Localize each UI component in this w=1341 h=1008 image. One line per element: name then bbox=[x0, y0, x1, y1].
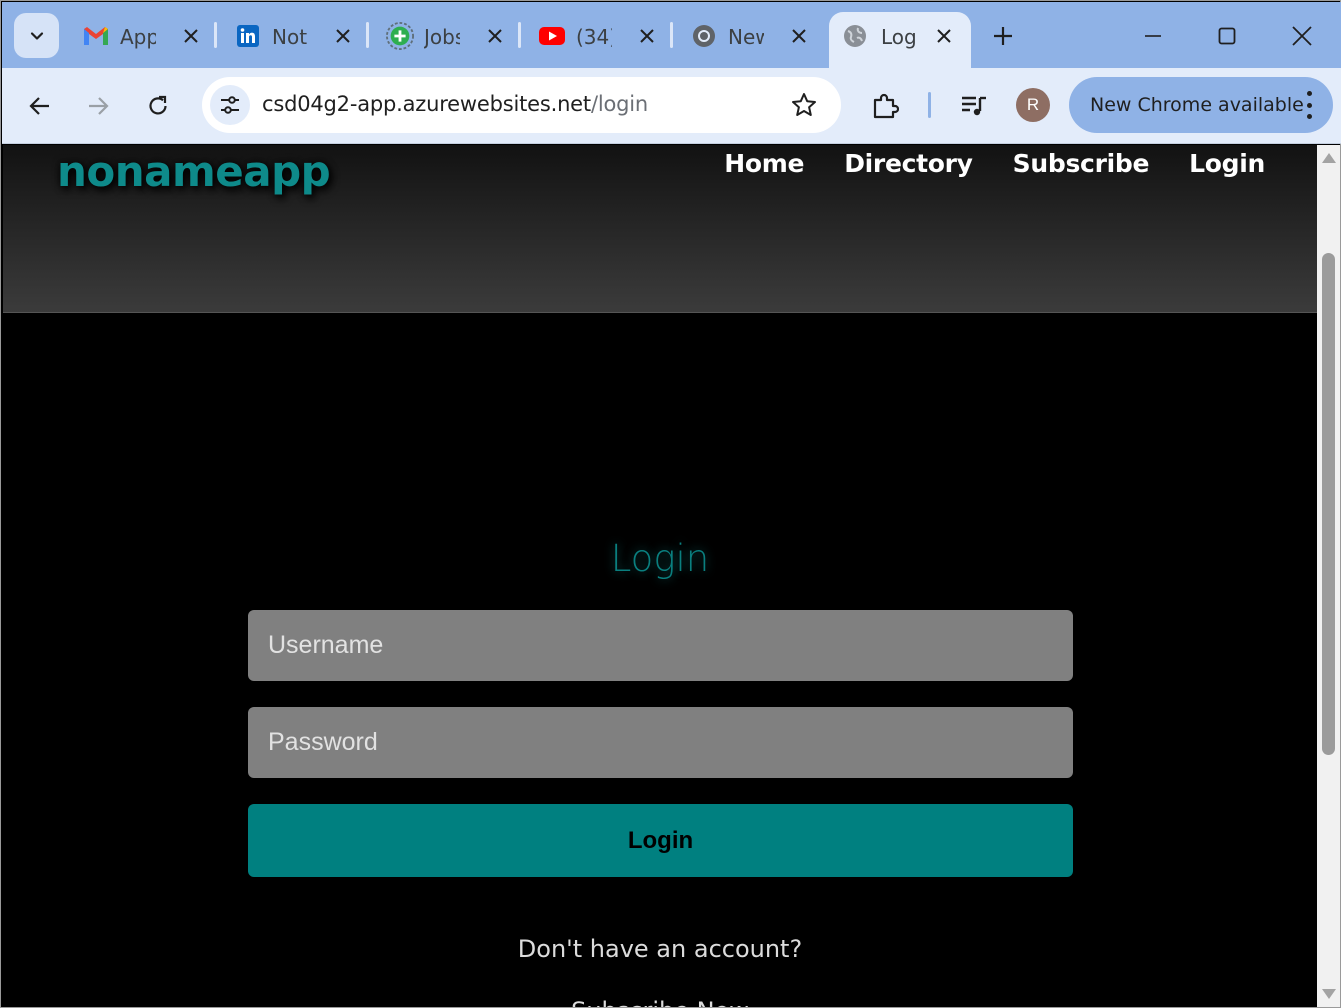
tab-title: (34) bbox=[576, 25, 612, 49]
tab-separator bbox=[366, 22, 369, 48]
browser-toolbar: csd04g2-app.azurewebsites.net/login R Ne… bbox=[2, 68, 1341, 144]
chevron-down-icon bbox=[30, 31, 43, 40]
new-tab-button[interactable] bbox=[986, 19, 1020, 53]
tab-title: New bbox=[728, 25, 764, 49]
youtube-icon bbox=[538, 23, 566, 49]
site-nav: Home Directory Subscribe Login bbox=[724, 149, 1265, 178]
minimize-icon bbox=[1145, 35, 1161, 37]
close-icon[interactable] bbox=[933, 25, 955, 47]
star-icon bbox=[792, 93, 816, 116]
url-text[interactable]: csd04g2-app.azurewebsites.net/login bbox=[262, 92, 648, 116]
login-submit-button[interactable]: Login bbox=[248, 804, 1073, 877]
login-title: Login bbox=[610, 537, 710, 580]
page-scrollbar[interactable] bbox=[1317, 145, 1340, 1007]
nav-login[interactable]: Login bbox=[1189, 149, 1265, 178]
tab-separator bbox=[670, 22, 673, 48]
tab-strip: App Noti Jobs (34) bbox=[2, 2, 1341, 69]
tab-title: Logi bbox=[881, 25, 917, 49]
chrome-icon bbox=[690, 23, 718, 49]
profile-avatar[interactable]: R bbox=[1016, 88, 1050, 122]
nav-subscribe[interactable]: Subscribe bbox=[1013, 149, 1150, 178]
close-icon[interactable] bbox=[180, 25, 202, 47]
site-header: nonameapp Home Directory Subscribe Login bbox=[3, 145, 1317, 313]
browser-window: App Noti Jobs (34) bbox=[0, 0, 1341, 1008]
update-label: New Chrome available bbox=[1090, 94, 1304, 116]
reload-icon bbox=[149, 95, 167, 115]
linkedin-icon bbox=[234, 23, 262, 49]
tab-title: Jobs bbox=[424, 25, 460, 49]
tab-linkedin[interactable]: Noti bbox=[226, 12, 358, 60]
tab-separator bbox=[214, 22, 217, 48]
bookmark-star-button[interactable] bbox=[789, 90, 819, 120]
address-bar[interactable]: csd04g2-app.azurewebsites.net/login bbox=[202, 77, 841, 133]
tab-gmail[interactable]: App bbox=[74, 12, 206, 60]
close-icon[interactable] bbox=[332, 25, 354, 47]
scroll-thumb[interactable] bbox=[1322, 253, 1335, 755]
site-info-button[interactable] bbox=[210, 85, 250, 125]
tab-new[interactable]: New bbox=[682, 12, 814, 60]
plus-icon bbox=[994, 27, 1012, 45]
tab-separator bbox=[518, 22, 521, 48]
scroll-down-arrow[interactable] bbox=[1322, 989, 1336, 999]
arrow-left-icon bbox=[29, 97, 49, 115]
globe-icon bbox=[841, 23, 869, 49]
close-window-button[interactable] bbox=[1285, 19, 1319, 53]
tab-title: App bbox=[120, 25, 156, 49]
toolbar-divider bbox=[928, 92, 931, 118]
media-control-button[interactable] bbox=[956, 88, 992, 124]
tab-youtube[interactable]: (34) bbox=[530, 12, 662, 60]
more-vert-icon[interactable] bbox=[1305, 91, 1313, 119]
puzzle-icon bbox=[873, 93, 899, 119]
gmail-icon bbox=[82, 23, 110, 49]
subscribe-now-link[interactable]: Subscribe Now bbox=[3, 997, 1317, 1007]
tab-jobs[interactable]: Jobs bbox=[378, 12, 510, 60]
tab-title: Noti bbox=[272, 25, 308, 49]
back-button[interactable] bbox=[22, 88, 58, 124]
no-account-text: Don't have an account? bbox=[517, 935, 803, 963]
chrome-update-button[interactable]: New Chrome available bbox=[1069, 77, 1333, 133]
media-queue-icon bbox=[962, 96, 986, 116]
scroll-up-arrow[interactable] bbox=[1322, 153, 1336, 163]
close-icon bbox=[1292, 26, 1312, 46]
jobs-plus-icon bbox=[386, 22, 414, 50]
arrow-right-icon bbox=[89, 97, 109, 115]
url-host: csd04g2-app.azurewebsites.net bbox=[262, 92, 591, 116]
forward-button[interactable] bbox=[80, 88, 116, 124]
tab-search-button[interactable] bbox=[14, 13, 59, 58]
close-icon[interactable] bbox=[788, 25, 810, 47]
close-icon[interactable] bbox=[636, 25, 658, 47]
reload-button[interactable] bbox=[140, 88, 176, 124]
minimize-button[interactable] bbox=[1136, 19, 1170, 53]
maximize-icon bbox=[1218, 27, 1236, 45]
nav-home[interactable]: Home bbox=[724, 149, 804, 178]
close-icon[interactable] bbox=[484, 25, 506, 47]
site-logo[interactable]: nonameapp bbox=[57, 147, 331, 196]
url-path: /login bbox=[590, 92, 648, 116]
tune-icon bbox=[221, 96, 239, 114]
nav-directory[interactable]: Directory bbox=[844, 149, 973, 178]
password-input[interactable] bbox=[248, 707, 1073, 778]
username-input[interactable] bbox=[248, 610, 1073, 681]
extensions-button[interactable] bbox=[867, 88, 903, 124]
page-viewport: nonameapp Home Directory Subscribe Login… bbox=[3, 145, 1317, 1007]
maximize-button[interactable] bbox=[1210, 19, 1244, 53]
tab-login-active[interactable]: Logi bbox=[829, 12, 971, 69]
